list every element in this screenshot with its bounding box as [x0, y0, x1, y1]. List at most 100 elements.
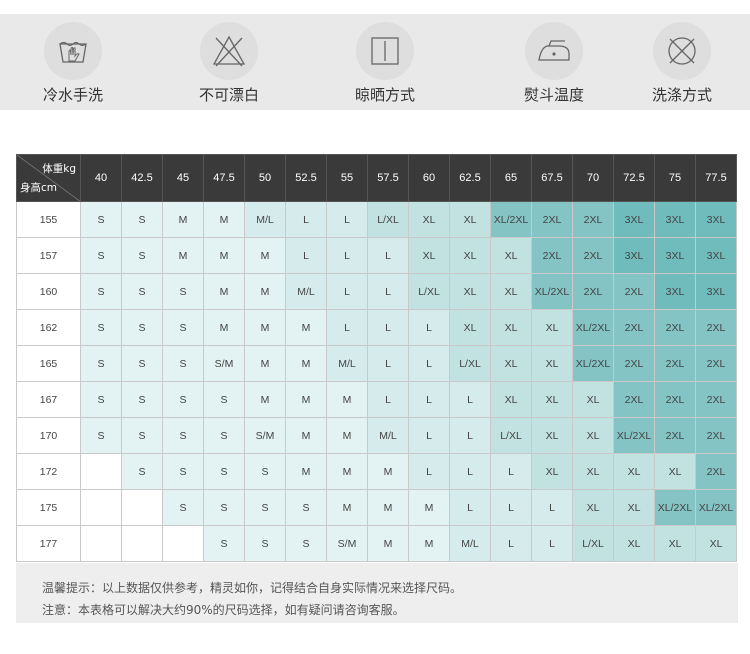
size-cell: XL [490, 345, 532, 382]
size-cell: XL [654, 525, 696, 562]
table-corner-cell: 体重kg 身高cm [16, 154, 81, 202]
size-cell: XL [572, 417, 614, 454]
weight-header-cell: 42.5 [121, 154, 163, 202]
size-cell: S [162, 453, 204, 490]
size-cell: L/XL [408, 273, 450, 310]
size-cell: L [408, 381, 450, 418]
size-cell: 2XL [613, 273, 655, 310]
size-cell: S [162, 381, 204, 418]
size-cell: L [367, 345, 409, 382]
height-cell: 160 [16, 273, 81, 310]
size-cell: M [326, 417, 368, 454]
height-cell: 170 [16, 417, 81, 454]
weight-header-cell: 65 [490, 154, 532, 202]
size-cell: S [121, 201, 163, 238]
size-cell: S [285, 489, 327, 526]
size-cell: M [244, 381, 286, 418]
size-cell: M [203, 237, 245, 274]
size-cell: S [203, 489, 245, 526]
size-cell: 2XL [572, 237, 614, 274]
care-item-no-dry-clean: 洗涤方式 [622, 14, 742, 110]
weight-header-cell: 62.5 [449, 154, 491, 202]
size-cell: M [285, 309, 327, 346]
size-cell: S [121, 309, 163, 346]
size-cell: L [449, 417, 491, 454]
size-cell: 3XL [654, 237, 696, 274]
size-cell: XL [531, 453, 573, 490]
size-cell: L [367, 237, 409, 274]
size-cell: L/XL [367, 201, 409, 238]
size-cell: S [121, 381, 163, 418]
size-cell: XL [613, 453, 655, 490]
size-cell: XL/2XL [695, 489, 737, 526]
size-cell: L/XL [449, 345, 491, 382]
size-cell: XL [531, 381, 573, 418]
size-cell: M [244, 237, 286, 274]
size-cell: S [80, 345, 122, 382]
size-cell: 3XL [654, 201, 696, 238]
size-cell [162, 525, 204, 562]
size-cell: XL [531, 309, 573, 346]
size-cell: XL/2XL [654, 489, 696, 526]
size-cell [121, 489, 163, 526]
size-cell: S [80, 237, 122, 274]
size-cell: M [367, 525, 409, 562]
size-cell: S [80, 201, 122, 238]
size-cell: M [367, 453, 409, 490]
size-cell: XL [531, 345, 573, 382]
size-cell [80, 489, 122, 526]
size-cell: XL [449, 273, 491, 310]
size-cell: L [367, 309, 409, 346]
no-bleach-icon [200, 22, 258, 80]
height-cell: 165 [16, 345, 81, 382]
size-chart-table: 体重kg 身高cm 40 42.5 45 47.5 50 52.5 55 57.5 60 62.5… [16, 154, 737, 562]
size-cell: M [203, 273, 245, 310]
size-cell: 2XL [695, 309, 737, 346]
care-label: 晾晒方式 [354, 86, 415, 104]
size-cell: M [285, 417, 327, 454]
notes-box: 温馨提示：以上数据仅供参考，精灵如你，记得结合自身实际情况来选择尺码。 注意：本… [16, 563, 738, 623]
weight-header-cell: 57.5 [367, 154, 409, 202]
table-row: 167 S S S S M M M L L L XL XL XL 2XL 2XL 2XL [16, 381, 737, 418]
size-cell [80, 453, 122, 490]
size-cell: M [162, 201, 204, 238]
height-cell: 162 [16, 309, 81, 346]
size-cell: M [244, 345, 286, 382]
size-cell: XL/2XL [490, 201, 532, 238]
size-cell [80, 525, 122, 562]
size-cell: 2XL [695, 381, 737, 418]
weight-header-cell: 75 [654, 154, 696, 202]
table-row: 157 S S M M M L L L XL XL XL 2XL 2XL 3XL 3XL 3XL [16, 237, 737, 274]
size-cell: S [162, 309, 204, 346]
size-cell: M [408, 489, 450, 526]
size-cell: S [203, 453, 245, 490]
size-cell: S [285, 525, 327, 562]
size-cell: XL [408, 201, 450, 238]
size-cell: L [449, 489, 491, 526]
size-cell: L [326, 201, 368, 238]
size-cell: S [203, 417, 245, 454]
size-cell: 2XL [572, 273, 614, 310]
size-cell: S/M [203, 345, 245, 382]
iron-icon [525, 22, 583, 80]
size-cell: L [408, 309, 450, 346]
size-cell: M [326, 489, 368, 526]
size-cell: XL [613, 489, 655, 526]
size-cell: L [490, 489, 532, 526]
size-cell: S [121, 453, 163, 490]
care-label: 熨斗温度 [523, 86, 584, 104]
size-cell: XL [572, 381, 614, 418]
weight-header-cell: 47.5 [203, 154, 245, 202]
size-cell: L [531, 525, 573, 562]
size-cell: M [285, 453, 327, 490]
size-cell: S [121, 345, 163, 382]
size-cell: L [326, 273, 368, 310]
size-cell: S [162, 345, 204, 382]
size-cell [121, 525, 163, 562]
weight-header-cell: 50 [244, 154, 286, 202]
no-dry-clean-icon [653, 22, 711, 80]
size-cell: M [244, 309, 286, 346]
size-cell: M/L [285, 273, 327, 310]
size-cell: S [121, 273, 163, 310]
height-cell: 177 [16, 525, 81, 562]
